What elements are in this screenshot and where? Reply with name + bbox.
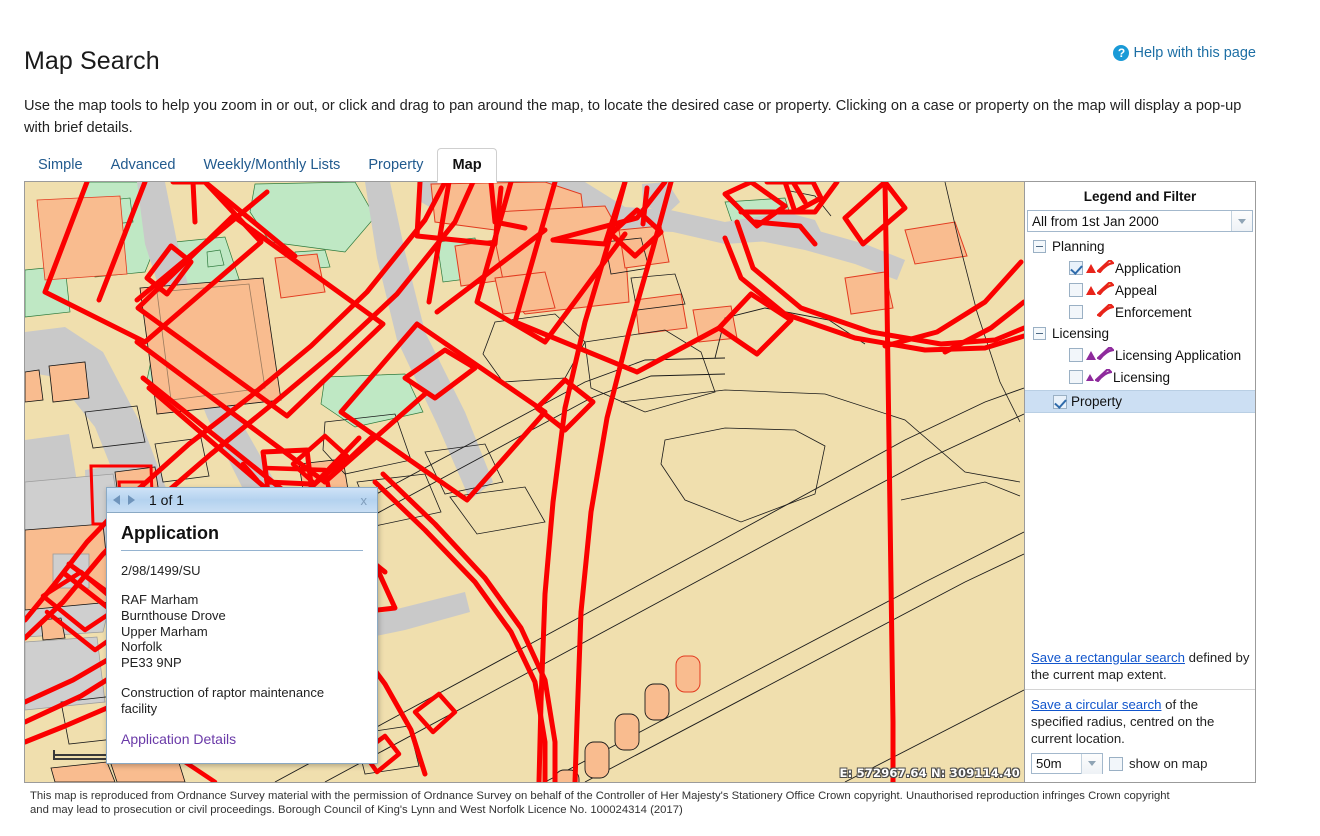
map-coordinate-readout: E: 572967.64 N: 309114.40 xyxy=(839,766,1020,780)
application-details-link[interactable]: Application Details xyxy=(121,731,236,747)
footer-line-1: This map is reproduced from Ordnance Sur… xyxy=(30,790,1170,802)
triangle-right-icon[interactable] xyxy=(128,495,135,505)
checkbox-licensing-application[interactable] xyxy=(1069,348,1083,362)
triangle-left-icon[interactable] xyxy=(113,495,120,505)
help-with-this-page-link[interactable]: ? Help with this page xyxy=(1113,45,1256,61)
date-filter-select[interactable]: All from 1st Jan 2000 xyxy=(1027,210,1253,232)
collapse-minus-icon[interactable] xyxy=(1033,240,1046,253)
radius-value: 50m xyxy=(1036,756,1062,771)
legend-group-label: Planning xyxy=(1052,239,1105,254)
popup-address: RAF Marham Burnthouse Drove Upper Marham… xyxy=(121,592,226,671)
legend-item-licensing[interactable]: Licensing xyxy=(1025,366,1255,388)
question-mark-circle-icon: ? xyxy=(1113,45,1130,61)
intro-text: Use the map tools to help you zoom in or… xyxy=(24,97,1242,136)
flag-symbol-licensing-icon xyxy=(1094,367,1114,385)
legend-item-appeal[interactable]: Appeal xyxy=(1025,279,1255,301)
legend-item-licensing-application[interactable]: Licensing Application xyxy=(1025,344,1255,366)
legend-item-application[interactable]: Application xyxy=(1025,257,1255,279)
map-canvas[interactable]: E: 572967.64 N: 309114.40 1 of 1 x Appli… xyxy=(25,182,1024,782)
popup-body: Application 2/98/1499/SU RAF Marham Burn… xyxy=(107,513,377,763)
legend-item-label: Property xyxy=(1071,394,1123,409)
legend-tree: Planning Application Appeal Enforcement … xyxy=(1025,233,1255,413)
tab-advanced[interactable]: Advanced xyxy=(97,148,190,182)
flag-symbol-licensing-application-icon xyxy=(1096,345,1116,363)
legend-spacer xyxy=(1025,413,1255,643)
save-circular-search-link[interactable]: Save a circular search xyxy=(1031,697,1161,712)
save-rectangular-search-block: Save a rectangular search defined by the… xyxy=(1025,643,1255,689)
legend-and-filter-panel: Legend and Filter All from 1st Jan 2000 … xyxy=(1024,182,1255,782)
popup-header[interactable]: 1 of 1 x xyxy=(107,488,377,513)
collapse-minus-icon[interactable] xyxy=(1033,327,1046,340)
legend-item-label: Application xyxy=(1115,260,1182,276)
radius-controls-row: 50m show on map xyxy=(1025,753,1255,782)
tab-simple[interactable]: Simple xyxy=(24,148,97,182)
tab-map[interactable]: Map xyxy=(437,148,497,183)
popup-reference: 2/98/1499/SU xyxy=(121,563,201,578)
map-and-legend-container: E: 572967.64 N: 309114.40 1 of 1 x Appli… xyxy=(24,181,1256,783)
triangle-marker-icon xyxy=(1086,285,1096,295)
flag-symbol-enforcement-icon xyxy=(1096,302,1116,320)
legend-item-label: Enforcement xyxy=(1115,304,1192,320)
map-copyright-footer: This map is reproduced from Ordnance Sur… xyxy=(30,790,1258,817)
close-icon[interactable]: x xyxy=(357,493,372,508)
checkbox-property[interactable] xyxy=(1053,394,1067,409)
popup-result-counter: 1 of 1 xyxy=(149,492,185,508)
triangle-marker-icon xyxy=(1086,373,1094,381)
triangle-marker-icon xyxy=(1086,263,1096,273)
page-title: Map Search xyxy=(24,46,160,75)
show-on-map-label: show on map xyxy=(1129,756,1208,771)
map-search-page: Map Search ? Help with this page Use the… xyxy=(0,0,1320,836)
checkbox-show-on-map[interactable] xyxy=(1109,756,1123,771)
legend-title: Legend and Filter xyxy=(1083,189,1197,204)
search-tabs: Simple Advanced Weekly/Monthly Lists Pro… xyxy=(24,147,497,183)
checkbox-application[interactable] xyxy=(1069,261,1083,275)
chevron-down-icon[interactable] xyxy=(1231,211,1252,231)
feature-popup[interactable]: 1 of 1 x Application 2/98/1499/SU RAF Ma… xyxy=(106,487,378,764)
legend-group-planning[interactable]: Planning xyxy=(1025,236,1255,257)
tab-weekly-monthly-lists[interactable]: Weekly/Monthly Lists xyxy=(190,148,355,182)
flag-symbol-application-icon xyxy=(1096,258,1116,276)
save-circular-search-block: Save a circular search of the specified … xyxy=(1025,689,1255,753)
legend-item-property[interactable]: Property xyxy=(1025,390,1255,413)
flag-symbol-appeal-icon xyxy=(1096,280,1116,298)
date-filter-value: All from 1st Jan 2000 xyxy=(1032,213,1159,229)
triangle-marker-icon xyxy=(1086,350,1096,360)
legend-group-label: Licensing xyxy=(1052,326,1110,341)
checkbox-enforcement[interactable] xyxy=(1069,305,1083,319)
popup-description: Construction of raptor maintenance facil… xyxy=(121,684,325,716)
legend-item-label: Appeal xyxy=(1115,282,1158,298)
legend-item-label: Licensing xyxy=(1113,369,1171,385)
help-link-label: Help with this page xyxy=(1133,45,1256,61)
save-rectangular-search-link[interactable]: Save a rectangular search xyxy=(1031,650,1185,665)
checkbox-licensing[interactable] xyxy=(1069,370,1083,384)
popup-title: Application xyxy=(121,523,363,551)
tab-property[interactable]: Property xyxy=(354,148,437,182)
radius-select[interactable]: 50m xyxy=(1031,753,1103,774)
legend-group-licensing[interactable]: Licensing xyxy=(1025,323,1255,344)
chevron-down-icon[interactable] xyxy=(1081,753,1102,774)
legend-item-enforcement[interactable]: Enforcement xyxy=(1025,301,1255,323)
checkbox-appeal[interactable] xyxy=(1069,283,1083,297)
footer-line-2: and may lead to prosecution or civil pro… xyxy=(30,803,683,816)
legend-item-label: Licensing Application xyxy=(1115,347,1242,363)
